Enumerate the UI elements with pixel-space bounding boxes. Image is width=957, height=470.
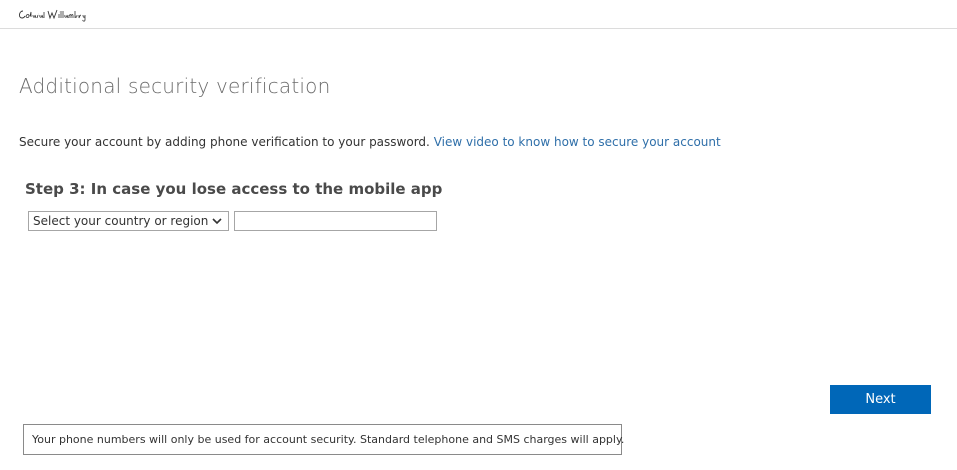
phone-number-input[interactable] [234, 211, 437, 231]
country-region-select[interactable]: Select your country or region [28, 211, 229, 231]
country-select-value: Select your country or region [33, 214, 209, 228]
top-bar [0, 0, 957, 29]
step-title: Step 3: In case you lose access to the m… [25, 180, 443, 198]
view-video-link[interactable]: View video to know how to secure your ac… [434, 135, 721, 149]
intro-paragraph: Secure your account by adding phone veri… [19, 135, 721, 149]
phone-usage-notice: Your phone numbers will only be used for… [23, 424, 624, 455]
signature-logo-icon [19, 9, 86, 22]
brand-logo [17, 8, 89, 22]
page-title: Additional security verification [19, 74, 331, 98]
chevron-down-icon [212, 218, 222, 225]
intro-text: Secure your account by adding phone veri… [19, 135, 430, 149]
next-button[interactable]: Next [830, 385, 931, 414]
